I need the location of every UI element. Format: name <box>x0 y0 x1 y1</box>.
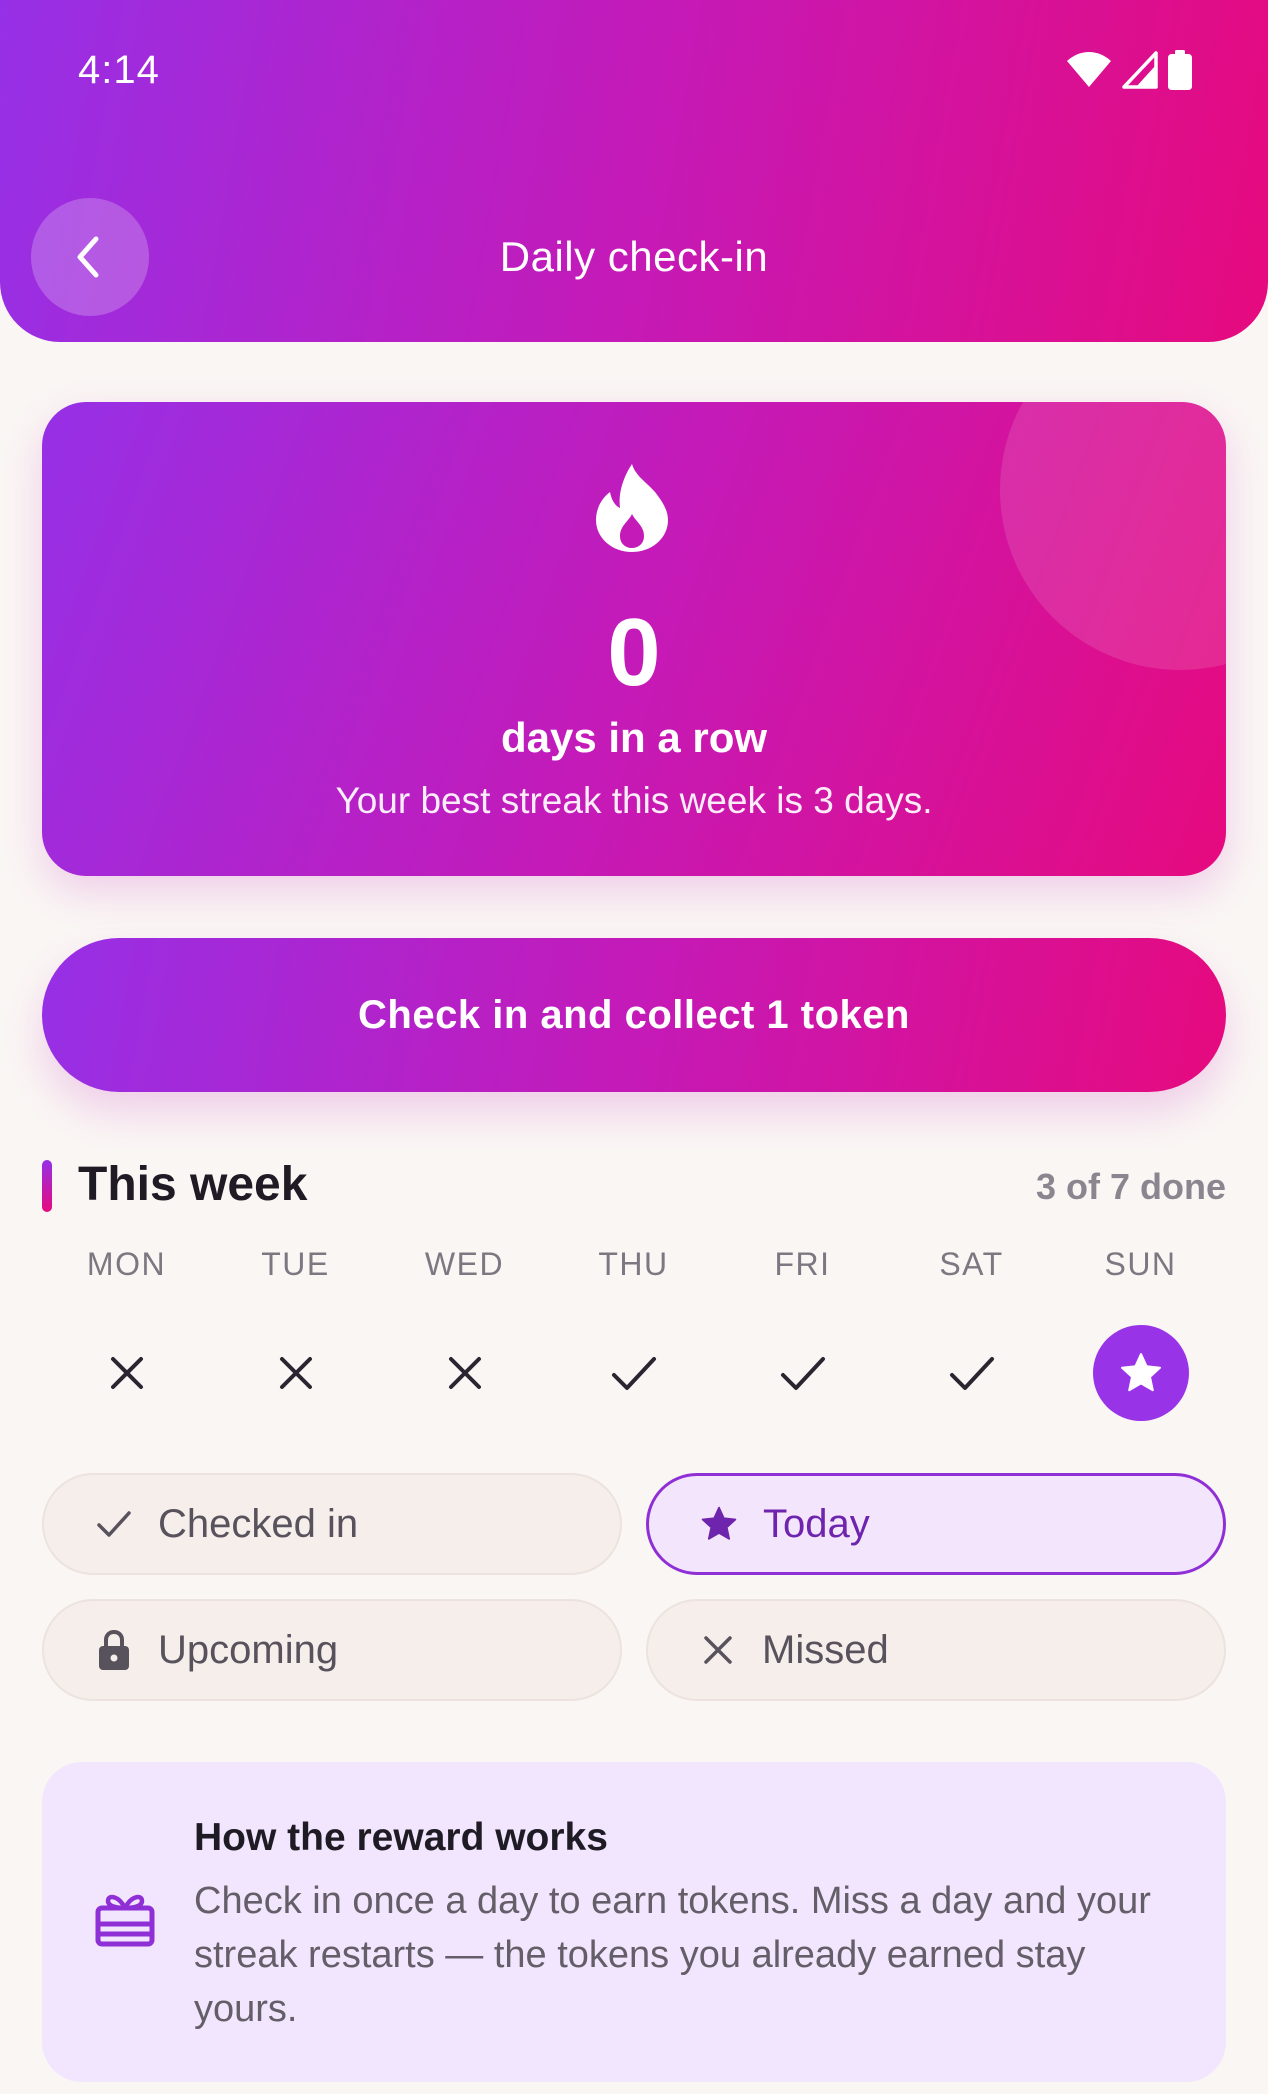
checkin-button[interactable]: Check in and collect 1 token <box>42 938 1226 1092</box>
day-status <box>887 1318 1056 1428</box>
star-icon <box>697 1505 741 1543</box>
legend-today[interactable]: Today <box>646 1473 1226 1575</box>
day-status <box>549 1318 718 1428</box>
day-status <box>211 1318 380 1428</box>
status-icons <box>1066 50 1192 90</box>
day-label: TUE <box>261 1246 330 1282</box>
day-thu: THU <box>549 1246 718 1428</box>
lock-icon <box>92 1629 136 1671</box>
signal-icon <box>1122 51 1158 89</box>
header: 4:14 Daily check-in <box>0 0 1268 342</box>
day-label: MON <box>86 1246 167 1282</box>
day-label: SUN <box>1104 1246 1177 1282</box>
day-wed: WED <box>380 1246 549 1428</box>
battery-icon <box>1168 50 1192 90</box>
day-mon: MON <box>42 1246 211 1428</box>
check-icon <box>611 1357 656 1390</box>
status-time: 4:14 <box>78 48 160 92</box>
legend-missed[interactable]: Missed <box>646 1599 1226 1701</box>
week-days: MON TUE WED THU FRI SAT SUN <box>42 1246 1226 1428</box>
day-tue: TUE <box>211 1246 380 1428</box>
close-icon <box>110 1357 143 1389</box>
streak-count: 0 <box>607 599 661 706</box>
legend-label: Checked in <box>158 1501 359 1546</box>
star-icon <box>1120 1353 1161 1392</box>
week-progress: 3 of 7 done <box>1035 1166 1226 1207</box>
day-label: FRI <box>774 1246 831 1282</box>
day-sat: SAT <box>887 1246 1056 1428</box>
day-status <box>1056 1318 1225 1428</box>
legend-label: Missed <box>762 1627 889 1672</box>
today-marker[interactable] <box>1092 1325 1189 1421</box>
day-fri: FRI <box>718 1246 887 1428</box>
info-body: Check in once a day to earn tokens. Miss… <box>194 1880 1151 2030</box>
day-label: THU <box>598 1246 669 1282</box>
section-title: This week <box>78 1158 308 1211</box>
day-status <box>718 1318 887 1428</box>
section-accent-bar <box>42 1160 52 1212</box>
day-sun: SUN <box>1056 1246 1225 1428</box>
streak-card: 0 days in a row Your best streak this we… <box>42 402 1226 876</box>
close-icon <box>696 1634 740 1666</box>
info-card: How the reward works Check in once a day… <box>42 1762 1226 2082</box>
check-icon <box>780 1357 825 1390</box>
page-title: Daily check-in <box>499 233 769 280</box>
check-icon <box>949 1357 994 1390</box>
streak-label: days in a row <box>500 714 768 761</box>
day-label: SAT <box>939 1246 1004 1282</box>
wifi-icon <box>1067 52 1111 87</box>
streak-subtitle: Your best streak this week is 3 days. <box>335 780 933 821</box>
legend-label: Today <box>763 1501 870 1546</box>
gift-icon <box>95 1894 155 1947</box>
flame-icon <box>596 464 668 552</box>
legend-checked-in[interactable]: Checked in <box>42 1473 622 1575</box>
day-status <box>380 1318 549 1428</box>
legend-upcoming[interactable]: Upcoming <box>42 1599 622 1701</box>
info-title: How the reward works <box>194 1816 608 1859</box>
close-icon <box>279 1357 312 1389</box>
day-status <box>42 1318 211 1428</box>
check-icon <box>92 1509 136 1539</box>
day-label: WED <box>424 1246 505 1282</box>
close-icon <box>448 1357 481 1389</box>
legend-label: Upcoming <box>158 1627 339 1672</box>
